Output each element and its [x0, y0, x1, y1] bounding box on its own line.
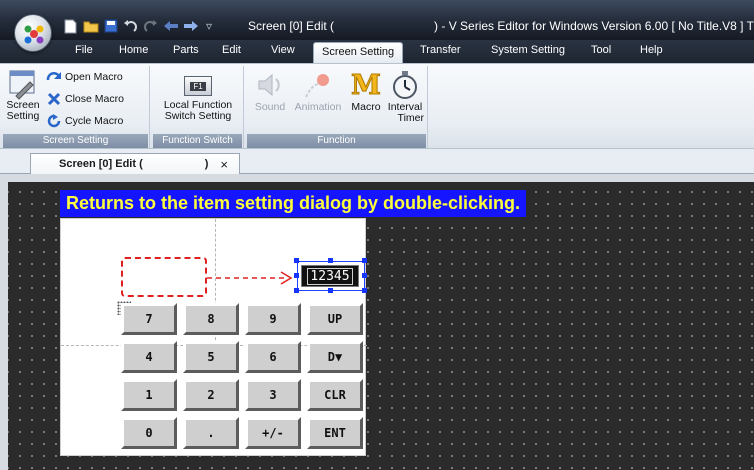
customize-toolbar-icon[interactable]: ▿ [206, 19, 212, 33]
group-function: Sound Animation M Macro Interval Timer F… [246, 66, 428, 148]
group-screen-setting: Screen Setting Open Macro Close Macro Cy… [2, 66, 150, 148]
close-icon[interactable]: × [220, 157, 228, 172]
animation-icon [305, 74, 329, 98]
save-icon[interactable] [102, 18, 119, 34]
open-macro-icon [46, 72, 61, 81]
group-label-function: Function [247, 134, 426, 148]
animation-button[interactable]: Animation [290, 70, 346, 113]
function-key-caption: F1 [190, 81, 206, 91]
key-0[interactable]: 0 [121, 417, 177, 449]
title-bar: ▿ Screen [0] Edit ( ) - V Series Editor f… [0, 0, 754, 40]
new-icon[interactable] [62, 18, 79, 34]
interval-timer-button[interactable]: Interval Timer [386, 70, 424, 124]
ribbon-tab-bar: File Home Parts Edit View Screen Setting… [0, 40, 754, 63]
key-2[interactable]: 2 [183, 379, 239, 411]
app-logo-icon [24, 25, 44, 44]
tab-view[interactable]: View [271, 44, 295, 56]
move-arrow-icon [207, 271, 293, 285]
macro-icon: M [351, 70, 382, 102]
tab-parts[interactable]: Parts [173, 44, 199, 56]
screen-setting-icon [9, 70, 35, 100]
screen-canvas[interactable]: Returns to the item setting dialog by do… [8, 182, 754, 470]
tab-system-setting[interactable]: System Setting [491, 44, 565, 56]
sound-label: Sound [254, 101, 286, 113]
cycle-macro-label: Cycle Macro [65, 115, 124, 127]
tab-screen-setting[interactable]: Screen Setting [313, 42, 404, 63]
tab-screen-0-edit[interactable]: Screen [0] Edit () × [30, 153, 240, 174]
stopwatch-icon [393, 71, 417, 99]
undo-icon[interactable] [122, 18, 139, 34]
key-4[interactable]: 4 [121, 341, 177, 373]
resize-handle-top-right[interactable] [362, 258, 367, 263]
forward-icon[interactable] [182, 18, 199, 34]
key-5[interactable]: 5 [183, 341, 239, 373]
document-tab-bar: Screen [0] Edit () × [0, 149, 754, 174]
group-function-switch: F1 Local Function Switch Setting Functio… [152, 66, 244, 148]
document-tab-title-left: Screen [0] Edit ( [59, 158, 143, 170]
tab-help[interactable]: Help [640, 44, 663, 56]
speaker-icon [258, 73, 280, 97]
ribbon: Screen Setting Open Macro Close Macro Cy… [0, 63, 754, 149]
key-decimal[interactable]: . [183, 417, 239, 449]
back-icon[interactable] [162, 18, 179, 34]
tab-file[interactable]: File [75, 44, 93, 56]
tab-home[interactable]: Home [119, 44, 148, 56]
redo-icon[interactable] [142, 18, 159, 34]
group-label-function-switch: Function Switch [153, 134, 242, 148]
animation-label: Animation [294, 101, 342, 113]
open-macro-button[interactable]: Open Macro [46, 70, 123, 84]
key-clr[interactable]: CLR [307, 379, 363, 411]
interval-timer-label-2: Timer [397, 112, 424, 124]
key-6[interactable]: 6 [245, 341, 301, 373]
resize-handle-top[interactable] [328, 258, 333, 263]
resize-handle-bottom-right[interactable] [362, 288, 367, 293]
tab-tool[interactable]: Tool [591, 44, 611, 56]
quick-access-toolbar: ▿ [62, 18, 216, 34]
close-macro-icon [47, 92, 61, 106]
local-function-label-2: Switch Setting [164, 110, 232, 122]
screen-area[interactable]: 12345 7 8 9 UP 4 5 6 D▼ 1 2 3 CLR 0 . +/… [60, 218, 367, 456]
screen-setting-label-2: Setting [6, 110, 40, 122]
document-tab-title-right: ) [204, 158, 209, 170]
drag-ghost-outline [121, 257, 207, 297]
application-menu-button[interactable] [14, 14, 52, 52]
ten-key-keypad[interactable]: 7 8 9 UP 4 5 6 D▼ 1 2 3 CLR 0 . +/- ENT [117, 301, 367, 455]
numeric-display-part[interactable]: 12345 [294, 258, 367, 293]
window-title-right: ) - V Series Editor for Windows Version … [434, 19, 754, 33]
cycle-macro-button[interactable]: Cycle Macro [46, 114, 123, 128]
screen-setting-button[interactable]: Screen Setting [4, 68, 42, 122]
tab-transfer[interactable]: Transfer [420, 44, 461, 56]
close-macro-label: Close Macro [65, 93, 124, 105]
instruction-banner: Returns to the item setting dialog by do… [60, 190, 527, 217]
window-title: Screen [0] Edit ( ) - V Series Editor for… [248, 19, 754, 33]
open-folder-icon[interactable] [82, 18, 99, 34]
macro-button[interactable]: M Macro [348, 70, 384, 113]
key-3[interactable]: 3 [245, 379, 301, 411]
group-label-screen-setting: Screen Setting [3, 134, 148, 148]
sound-button[interactable]: Sound [252, 70, 288, 113]
key-9[interactable]: 9 [245, 303, 301, 335]
resize-handle-left[interactable] [294, 273, 299, 278]
key-1[interactable]: 1 [121, 379, 177, 411]
open-macro-label: Open Macro [65, 71, 123, 83]
local-function-switch-button[interactable]: F1 Local Function Switch Setting [156, 70, 240, 122]
editor-area: Returns to the item setting dialog by do… [0, 174, 754, 470]
key-7[interactable]: 7 [121, 303, 177, 335]
resize-handle-right[interactable] [362, 273, 367, 278]
key-down[interactable]: D▼ [307, 341, 363, 373]
key-ent[interactable]: ENT [307, 417, 363, 449]
key-8[interactable]: 8 [183, 303, 239, 335]
selection-frame [297, 261, 365, 291]
key-up[interactable]: UP [307, 303, 363, 335]
close-macro-button[interactable]: Close Macro [46, 92, 124, 106]
cycle-macro-icon [47, 114, 61, 128]
macro-label: Macro [351, 101, 381, 113]
resize-handle-bottom[interactable] [328, 288, 333, 293]
window-title-left: Screen [0] Edit ( [248, 19, 335, 33]
key-plus-minus[interactable]: +/- [245, 417, 301, 449]
function-key-icon: F1 [184, 76, 212, 96]
tab-edit[interactable]: Edit [222, 44, 241, 56]
resize-handle-top-left[interactable] [294, 258, 299, 263]
resize-handle-bottom-left[interactable] [294, 288, 299, 293]
